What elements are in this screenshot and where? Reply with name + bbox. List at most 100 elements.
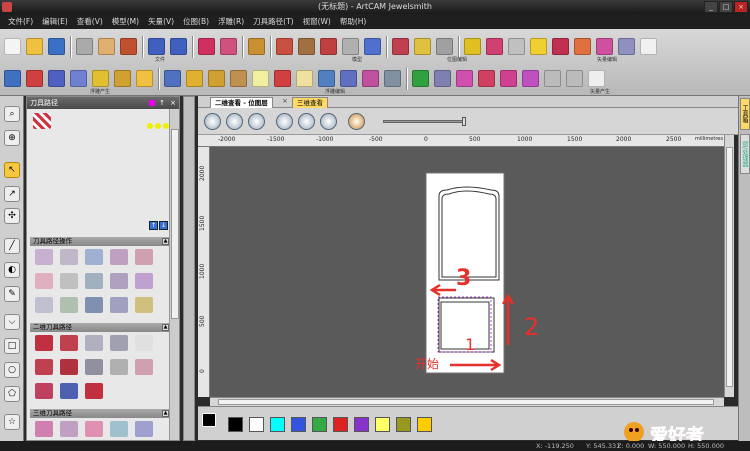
palette-swatch[interactable]	[417, 417, 432, 432]
machine-relief-icon[interactable]	[35, 421, 53, 437]
open-folder-icon[interactable]	[26, 38, 43, 55]
vector-join-icon[interactable]	[508, 38, 525, 55]
menu-file[interactable]: 文件(F)	[8, 16, 33, 27]
smart-engrave-icon[interactable]	[135, 359, 153, 375]
zoom-previous-icon[interactable]	[248, 112, 265, 130]
palette-swatch[interactable]	[291, 417, 306, 432]
paint-icon[interactable]: ◐	[4, 262, 20, 278]
cut-icon[interactable]	[76, 38, 93, 55]
menu-view[interactable]: 查看(V)	[77, 16, 103, 27]
dock-tab-toolbox[interactable]: 工具箱	[740, 98, 750, 130]
move-up-icon[interactable]: ↑	[149, 221, 158, 230]
vector-corner-icon[interactable]	[588, 70, 605, 87]
relief-spin-icon[interactable]	[70, 70, 87, 87]
scroll-thumb[interactable]	[218, 399, 714, 405]
menu-relief[interactable]: 浮雕(R)	[218, 16, 244, 27]
select-arrow-icon[interactable]: ↖	[4, 162, 20, 178]
vector-group-icon[interactable]	[522, 70, 539, 87]
menu-edit[interactable]: 编辑(E)	[42, 16, 68, 27]
draw-pen-icon[interactable]	[198, 38, 215, 55]
palette-swatch[interactable]	[396, 417, 411, 432]
toolpath-op-icon[interactable]	[35, 297, 53, 313]
drill-icon[interactable]	[85, 335, 103, 351]
transform-icon[interactable]: ✣	[4, 208, 20, 224]
vector-bell-icon[interactable]	[434, 70, 451, 87]
redo-icon[interactable]	[170, 38, 187, 55]
toolpath-op-icon[interactable]	[85, 297, 103, 313]
vector-boolean-icon[interactable]	[500, 70, 517, 87]
relief-texture-icon[interactable]	[114, 70, 131, 87]
toolpath-op-icon[interactable]	[60, 273, 78, 289]
menu-help[interactable]: 帮助(H)	[340, 16, 367, 27]
tab-close-icon[interactable]: ×	[282, 97, 288, 105]
app-icon[interactable]	[2, 2, 12, 12]
palette-swatch[interactable]	[354, 417, 369, 432]
relief-tilt-icon[interactable]	[340, 70, 357, 87]
vector-fillet-icon[interactable]	[566, 70, 583, 87]
relief-mirror-icon[interactable]	[208, 70, 225, 87]
new-file-icon[interactable]	[4, 38, 21, 55]
scroll-thumb[interactable]	[726, 147, 733, 387]
toolpath-op-icon[interactable]	[85, 273, 103, 289]
pencil-icon[interactable]	[110, 421, 128, 437]
zoom-box-icon[interactable]	[276, 112, 293, 130]
zoom-in-icon[interactable]	[204, 112, 221, 130]
zoom-icon[interactable]: ⌕	[4, 106, 20, 122]
relief-build-icon[interactable]	[136, 70, 153, 87]
circle-icon[interactable]: ○	[4, 362, 20, 378]
paste-icon[interactable]	[120, 38, 137, 55]
toolpath-op-icon[interactable]	[110, 297, 128, 313]
slot-icon[interactable]	[85, 383, 103, 399]
bitmap-tools-icon[interactable]	[436, 38, 453, 55]
vector-offset-icon[interactable]	[544, 70, 561, 87]
polyline-icon[interactable]: ⌵	[4, 314, 20, 330]
relief-sweep-icon[interactable]	[26, 70, 43, 87]
toolpath-op-icon[interactable]	[35, 273, 53, 289]
nesting-icon[interactable]	[640, 38, 657, 55]
zoom-out-icon[interactable]	[226, 112, 243, 130]
relief-smooth-icon[interactable]	[252, 70, 269, 87]
engrave-icon[interactable]	[135, 335, 153, 351]
relief-brush-icon[interactable]	[384, 70, 401, 87]
primary-color-swatch[interactable]	[202, 413, 216, 427]
close-button[interactable]: ×	[734, 1, 748, 13]
feature-icon[interactable]	[60, 383, 78, 399]
palette-swatch[interactable]	[270, 417, 285, 432]
tab-2d-view[interactable]: 二维查看 - 位图层	[210, 97, 273, 108]
vector-select-icon[interactable]	[464, 38, 481, 55]
vector-bracket-icon[interactable]	[456, 70, 473, 87]
panel-close-icon[interactable]: ×	[170, 97, 176, 109]
menu-toolpaths[interactable]: 刀具路径(T)	[253, 16, 293, 27]
design-canvas[interactable]: 3 2 1 开始	[210, 147, 724, 397]
toolpath-op-icon[interactable]	[60, 249, 78, 265]
settings-gear-icon[interactable]	[348, 112, 365, 130]
section-toolpath-operations[interactable]: 刀具路径操作 ▲	[30, 237, 170, 246]
section-2d-toolpaths[interactable]: 二维刀具路径 ▲	[30, 323, 170, 332]
vector-curve-icon[interactable]	[530, 38, 547, 55]
relief-star-icon[interactable]	[48, 70, 65, 87]
light-bulb-icon[interactable]	[147, 123, 153, 129]
relief-s-icon[interactable]	[92, 70, 109, 87]
palette-swatch[interactable]	[228, 417, 243, 432]
panel-scrollbar[interactable]	[169, 109, 179, 440]
light-bulb-icon[interactable]	[155, 123, 161, 129]
scroll-thumb[interactable]	[171, 129, 179, 319]
collapse-icon[interactable]: ▲	[162, 410, 169, 417]
palette-swatch[interactable]	[312, 417, 327, 432]
toolpath-op-icon[interactable]	[110, 249, 128, 265]
toolpath-op-icon[interactable]	[35, 249, 53, 265]
vector-shape-icon[interactable]	[596, 38, 613, 55]
menu-model[interactable]: 模型(M)	[112, 16, 139, 27]
tab-3d-view[interactable]: 三维查看	[292, 97, 328, 108]
vector-stack-icon[interactable]	[618, 38, 635, 55]
relief-move-icon[interactable]	[186, 70, 203, 87]
profile-toolpath-icon[interactable]	[35, 335, 53, 351]
vector-cross-icon[interactable]	[552, 38, 569, 55]
save-icon[interactable]	[48, 38, 65, 55]
collapse-icon[interactable]: ▲	[162, 324, 169, 331]
zoom-fit-icon[interactable]	[298, 112, 315, 130]
polygon-icon[interactable]: ⬠	[4, 386, 20, 402]
z-level-icon[interactable]	[60, 421, 78, 437]
toolpath-op-icon[interactable]	[85, 249, 103, 265]
relief-flat-icon[interactable]	[164, 70, 181, 87]
